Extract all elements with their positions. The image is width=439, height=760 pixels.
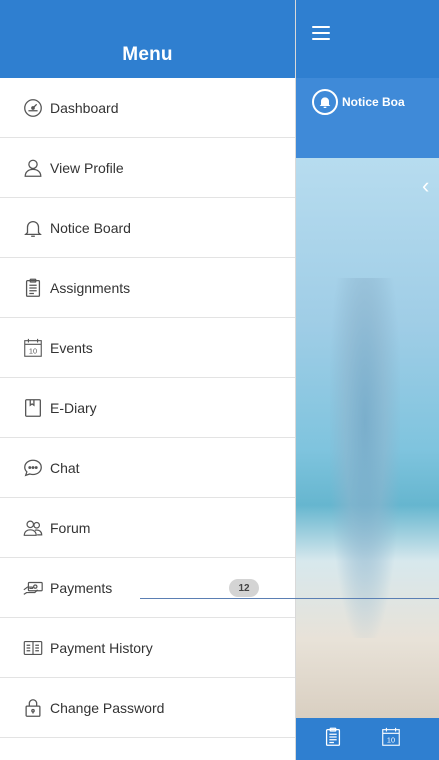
menu-item-payment-history[interactable]: Payment History [0,618,295,678]
calendar-icon[interactable]: 10 [380,726,402,753]
divider-line [140,598,439,599]
forum-icon [22,517,44,539]
menu-item-label: Chat [50,459,80,476]
menu-item-label: View Profile [50,159,124,176]
payment-history-icon [22,637,44,659]
user-icon [22,157,44,179]
menu-item-view-profile[interactable]: View Profile [0,138,295,198]
banner-image: ‹ [296,158,439,718]
menu-item-change-password[interactable]: Change Password [0,678,295,738]
calendar-day-text: 10 [387,735,395,744]
calendar-day-text: 10 [29,346,37,355]
side-menu: Menu Dashboard View Profile Notice Board [0,0,296,760]
carousel-prev-icon[interactable]: ‹ [422,173,429,199]
menu-item-label: Notice Board [50,219,131,236]
menu-item-label: Forum [50,519,91,536]
notice-board-title: Notice Boa [342,95,405,109]
banner-figure [330,278,400,638]
menu-list: Dashboard View Profile Notice Board Assi… [0,78,295,760]
dashboard-icon [22,97,44,119]
menu-item-events[interactable]: 10 Events [0,318,295,378]
menu-item-label: Payment History [50,639,153,656]
menu-item-payments[interactable]: Payments 12 [0,558,295,618]
bell-icon [22,217,44,239]
menu-item-label: Events [50,339,93,356]
notice-board-header[interactable]: Notice Boa [296,78,439,158]
menu-item-partial[interactable] [0,738,295,760]
menu-header: Menu [0,0,295,78]
bell-icon [312,89,338,115]
bottom-tab-bar: 10 [296,718,439,760]
menu-item-e-diary[interactable]: E-Diary [0,378,295,438]
app-header [296,0,439,78]
menu-item-chat[interactable]: Chat [0,438,295,498]
menu-item-label: Change Password [50,699,165,716]
diary-icon [22,397,44,419]
calendar-icon: 10 [22,337,44,359]
main-content: Notice Boa ‹ 10 [296,0,439,760]
chat-icon [22,457,44,479]
menu-item-label: E-Diary [50,399,97,416]
clipboard-icon [22,277,44,299]
menu-item-label: Payments [50,579,113,596]
menu-title: Menu [122,44,173,65]
menu-item-dashboard[interactable]: Dashboard [0,78,295,138]
menu-item-assignments[interactable]: Assignments [0,258,295,318]
clipboard-icon[interactable] [322,726,344,753]
lock-icon [22,697,44,719]
payments-count-badge: 12 [229,579,259,597]
payments-icon [22,577,44,599]
menu-item-label: Dashboard [50,99,119,116]
hamburger-menu-icon[interactable] [312,26,330,40]
menu-item-label: Assignments [50,279,131,296]
menu-item-notice-board[interactable]: Notice Board [0,198,295,258]
menu-item-forum[interactable]: Forum [0,498,295,558]
